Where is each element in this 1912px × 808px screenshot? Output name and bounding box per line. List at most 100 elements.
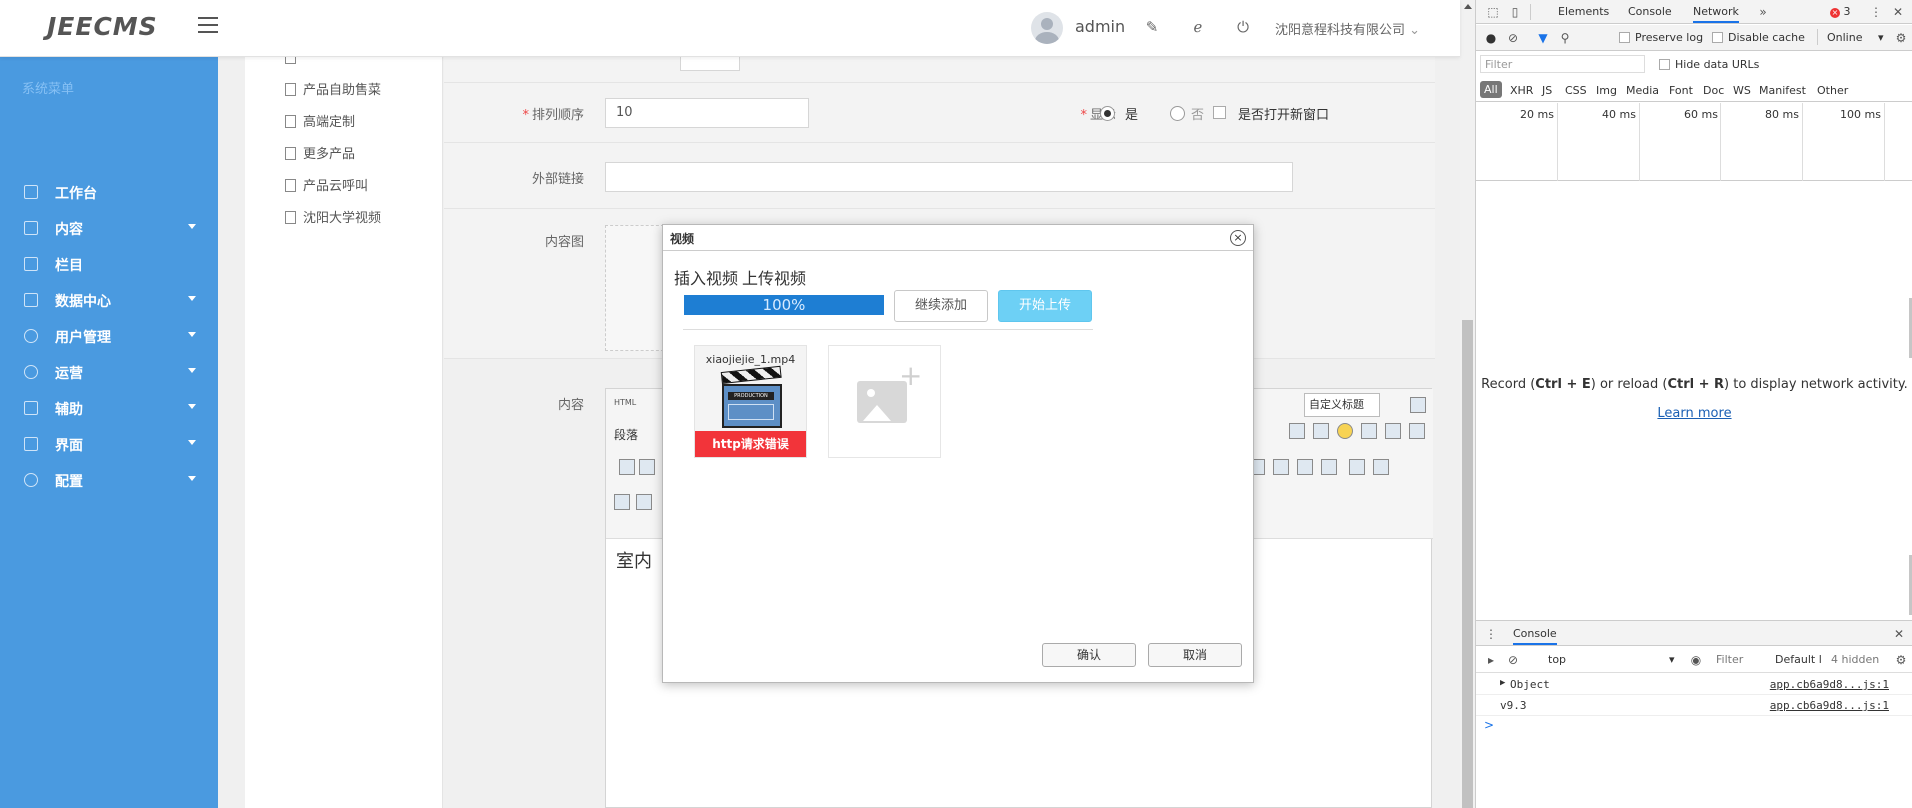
type-doc[interactable]: Doc (1703, 84, 1724, 97)
display-yes-radio[interactable] (1100, 106, 1115, 121)
device-toolbar-icon[interactable]: ▯ (1508, 5, 1522, 19)
sidebar-item-data-center[interactable]: 数据中心 (0, 282, 218, 318)
tree-item[interactable]: 沈阳大学视频 (285, 207, 381, 226)
tree-item[interactable]: 更多产品 (285, 143, 355, 162)
record-icon[interactable]: ● (1484, 31, 1498, 45)
more-tabs-icon[interactable]: » (1756, 5, 1770, 19)
html-source-button[interactable]: HTML (614, 398, 636, 407)
more-options-icon[interactable]: ⋮ (1869, 5, 1883, 19)
close-icon[interactable]: × (1230, 230, 1246, 246)
type-font[interactable]: Font (1669, 84, 1693, 97)
type-js[interactable]: JS (1542, 84, 1552, 97)
sidebar-item-content[interactable]: 内容 (0, 210, 218, 246)
disable-cache-checkbox[interactable] (1712, 32, 1723, 43)
tree-item[interactable]: 产品自助售菜 (285, 79, 381, 98)
gallery-icon[interactable] (1313, 423, 1329, 439)
start-upload-button[interactable]: 开始上传 (998, 290, 1092, 322)
context-select[interactable]: top (1548, 653, 1566, 666)
console-line[interactable]: ▶ Object app.cb6a9d8...js:1 (1476, 675, 1912, 695)
display-no-radio[interactable] (1170, 106, 1185, 121)
new-window-checkbox[interactable] (1213, 106, 1226, 119)
clear-icon[interactable]: ⊘ (1506, 31, 1520, 45)
avatar[interactable] (1031, 12, 1063, 44)
chart-icon[interactable] (1321, 459, 1337, 475)
expand-triangle-icon[interactable]: ▶ (1500, 678, 1505, 688)
custom-title-select[interactable]: 自定义标题 (1304, 393, 1380, 417)
attachment-icon[interactable] (619, 459, 635, 475)
sidebar-toggle-icon[interactable]: ▸ (1484, 653, 1498, 667)
image-insert-icon[interactable] (1289, 423, 1305, 439)
sidebar-item-operations[interactable]: 运营 (0, 354, 218, 390)
tab-insert-video[interactable]: 插入视频 (674, 269, 738, 288)
power-icon[interactable]: ⏻ (1234, 18, 1252, 36)
cancel-button[interactable]: 取消 (1148, 643, 1242, 667)
clear-console-icon[interactable]: ⊘ (1506, 653, 1520, 667)
preview-icon[interactable] (1373, 459, 1389, 475)
chevron-down-icon[interactable]: ▾ (1669, 653, 1675, 666)
close-drawer-icon[interactable]: ✕ (1892, 627, 1906, 641)
sidebar-item-interface[interactable]: 界面 (0, 426, 218, 462)
table-row-icon[interactable] (1273, 459, 1289, 475)
format-select[interactable]: 段落 (614, 426, 638, 443)
console-source-link[interactable]: app.cb6a9d8...js:1 (1770, 678, 1889, 691)
user-name[interactable]: admin (1075, 17, 1125, 36)
type-xhr[interactable]: XHR (1510, 84, 1533, 97)
type-media[interactable]: Media (1626, 84, 1659, 97)
eye-icon[interactable]: ◉ (1689, 653, 1703, 667)
add-file-button[interactable]: + (828, 345, 941, 458)
company-selector[interactable]: 沈阳意程科技有限公司 ⌄ (1275, 19, 1420, 38)
console-source-link[interactable]: app.cb6a9d8...js:1 (1770, 699, 1889, 712)
print-icon[interactable] (1349, 459, 1365, 475)
chevron-down-icon[interactable]: ▾ (1878, 31, 1884, 44)
tree-item[interactable]: 产品云呼叫 (285, 175, 368, 194)
sidebar-item-columns[interactable]: 栏目 (0, 246, 218, 282)
user-settings-icon[interactable]: ✎ (1143, 18, 1161, 36)
tree-item[interactable]: 高端定制 (285, 111, 355, 130)
browser-icon[interactable]: ℯ (1189, 18, 1207, 36)
fullscreen-icon[interactable] (1410, 397, 1426, 413)
log-levels-select[interactable]: Default l (1775, 653, 1822, 666)
music-icon[interactable] (1409, 423, 1425, 439)
type-other[interactable]: Other (1817, 84, 1848, 97)
console-filter-input[interactable]: Filter (1716, 653, 1743, 666)
tab-console[interactable]: Console (1628, 5, 1672, 18)
learn-more-link[interactable]: Learn more (1476, 406, 1912, 421)
type-css[interactable]: CSS (1565, 84, 1587, 97)
sidebar-item-config[interactable]: 配置 (0, 462, 218, 498)
tab-upload-video[interactable]: 上传视频 (742, 269, 806, 288)
search-icon[interactable]: ⚲ (1558, 31, 1572, 45)
type-img[interactable]: Img (1596, 84, 1617, 97)
filter-icon[interactable]: ▼ (1536, 31, 1550, 45)
gear-icon[interactable]: ⚙ (1894, 653, 1908, 667)
video-icon[interactable] (1385, 423, 1401, 439)
sidebar-item-users[interactable]: 用户管理 (0, 318, 218, 354)
console-line[interactable]: v9.3 app.cb6a9d8...js:1 (1476, 696, 1912, 716)
sidebar-item-workbench[interactable]: 工作台 (0, 174, 218, 210)
sidebar-item-assist[interactable]: 辅助 (0, 390, 218, 426)
menu-toggle-icon[interactable] (198, 17, 218, 34)
confirm-button[interactable]: 确认 (1042, 643, 1136, 667)
drawer-menu-icon[interactable]: ⋮ (1484, 627, 1498, 641)
scrollbar-thumb[interactable] (1462, 320, 1473, 808)
scroll-up-icon[interactable] (1464, 4, 1472, 9)
error-badge[interactable]: × 3 (1830, 5, 1851, 18)
emoji-icon[interactable] (1337, 423, 1353, 439)
hide-data-urls-checkbox[interactable] (1659, 59, 1670, 70)
console-prompt[interactable]: > (1484, 718, 1494, 732)
find-icon[interactable] (614, 494, 630, 510)
image-icon[interactable] (639, 459, 655, 475)
throttling-select[interactable]: Online (1827, 31, 1862, 44)
page-scrollbar[interactable] (1460, 0, 1475, 808)
filter-input[interactable]: Filter (1480, 55, 1645, 73)
continue-add-button[interactable]: 继续添加 (894, 290, 988, 322)
drawer-tab-console[interactable]: Console (1513, 627, 1557, 645)
type-manifest[interactable]: Manifest (1759, 84, 1806, 97)
link-input[interactable] (605, 162, 1293, 192)
tab-elements[interactable]: Elements (1558, 5, 1609, 18)
inspect-icon[interactable]: ⬚ (1486, 5, 1500, 19)
sort-input[interactable]: 10 (605, 98, 809, 128)
gear-icon[interactable]: ⚙ (1894, 31, 1908, 45)
table-col-icon[interactable] (1297, 459, 1313, 475)
file-item[interactable]: xiaojiejie_1.mp4 PRODUCTION http请求错误 (694, 345, 807, 458)
type-ws[interactable]: WS (1733, 84, 1751, 97)
